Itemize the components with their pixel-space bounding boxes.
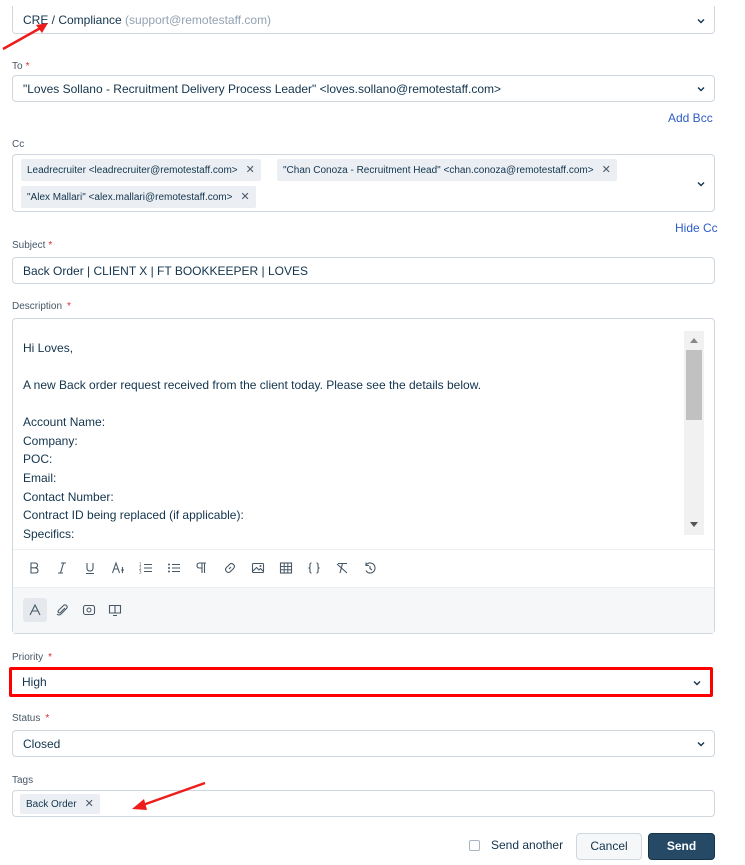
annotation-arrow-tags: [132, 781, 206, 810]
chevron-down-icon: [697, 19, 705, 24]
remove-chip-icon[interactable]: ✕: [240, 191, 249, 203]
underline-icon[interactable]: [83, 561, 97, 575]
from-email: (support@remotestaff.com): [125, 13, 272, 27]
priority-select[interactable]: High: [9, 667, 713, 697]
canned-response-icon[interactable]: [82, 603, 96, 617]
priority-label: Priority *: [12, 652, 53, 663]
cc-field[interactable]: Leadrecruiter <leadrecruiter@remotestaff…: [12, 154, 715, 212]
remove-chip-icon[interactable]: ✕: [602, 164, 611, 176]
subject-input[interactable]: Back Order | CLIENT X | FT BOOKKEEPER | …: [12, 257, 715, 284]
annotation-arrow-top: [2, 23, 48, 51]
tags-label: Tags: [12, 775, 34, 786]
subject-label: Subject *: [12, 240, 53, 251]
tag-chip: Back Order ✕: [20, 794, 100, 814]
status-select[interactable]: Closed: [12, 730, 715, 757]
paragraph-icon[interactable]: [195, 561, 209, 575]
status-label: Status *: [12, 713, 50, 724]
italic-icon[interactable]: [55, 561, 69, 575]
bold-icon[interactable]: [27, 561, 41, 575]
send-another-checkbox[interactable]: [469, 840, 480, 851]
description-scrollbar[interactable]: [684, 331, 704, 535]
table-icon[interactable]: [279, 561, 293, 575]
link-icon[interactable]: [223, 561, 237, 575]
text-format-icon: [29, 603, 41, 616]
description-line: POC:: [23, 452, 53, 466]
tags-input[interactable]: Back Order ✕: [12, 790, 715, 817]
priority-value: High: [22, 675, 47, 689]
ordered-list-icon[interactable]: 123: [139, 561, 153, 575]
description-line: Company:: [23, 434, 78, 448]
unordered-list-icon[interactable]: [167, 561, 181, 575]
clear-format-icon[interactable]: [335, 561, 349, 575]
description-line: A new Back order request received from t…: [23, 378, 482, 392]
cc-label: Cc: [12, 139, 25, 150]
scroll-down-icon[interactable]: [689, 521, 699, 529]
from-select[interactable]: CRE / Compliance (support@remotestaff.co…: [12, 6, 715, 34]
solution-icon[interactable]: [108, 603, 122, 617]
chevron-down-icon: [693, 681, 701, 686]
description-editor[interactable]: Hi Loves, A new Back order request recei…: [12, 318, 715, 634]
description-line: Email:: [23, 471, 57, 485]
chevron-down-icon: [697, 742, 705, 747]
font-size-icon[interactable]: [111, 561, 125, 575]
description-line: Specifics:: [23, 527, 75, 541]
description-label: Description *: [12, 301, 71, 312]
description-line: Account Name:: [23, 415, 106, 429]
undo-icon[interactable]: [363, 561, 377, 575]
code-icon[interactable]: [307, 561, 321, 575]
scroll-thumb[interactable]: [686, 350, 702, 420]
editor-bottom-bar: [13, 587, 714, 633]
image-icon[interactable]: [251, 561, 265, 575]
scroll-up-icon[interactable]: [689, 336, 699, 344]
add-bcc-link[interactable]: Add Bcc: [668, 111, 713, 125]
cancel-button[interactable]: Cancel: [576, 833, 642, 860]
status-value: Closed: [23, 737, 61, 751]
remove-chip-icon[interactable]: ✕: [85, 798, 94, 810]
description-body[interactable]: Hi Loves, A new Back order request recei…: [13, 319, 714, 549]
send-another-label[interactable]: Send another: [491, 838, 563, 852]
to-value: "Loves Sollano - Recruitment Delivery Pr…: [23, 82, 502, 96]
attachment-icon[interactable]: [55, 603, 69, 617]
to-label: To *: [12, 61, 30, 72]
chevron-down-icon: [697, 87, 705, 92]
send-button[interactable]: Send: [648, 833, 715, 860]
svg-text:3: 3: [139, 570, 142, 575]
cc-chip: "Alex Mallari" <alex.mallari@remotestaff…: [21, 186, 256, 208]
description-line: Contract ID being replaced (if applicabl…: [23, 508, 244, 522]
chevron-down-icon: [697, 182, 705, 187]
cc-chip: Leadrecruiter <leadrecruiter@remotestaff…: [21, 159, 261, 181]
subject-value: Back Order | CLIENT X | FT BOOKKEEPER | …: [23, 264, 308, 278]
remove-chip-icon[interactable]: ✕: [246, 164, 255, 176]
description-line: Contact Number:: [23, 490, 114, 504]
to-select[interactable]: "Loves Sollano - Recruitment Delivery Pr…: [12, 75, 715, 102]
text-format-button[interactable]: [23, 598, 47, 622]
description-line: Hi Loves,: [23, 341, 74, 355]
cc-chip: "Chan Conoza - Recruitment Head" <chan.c…: [277, 159, 617, 181]
formatting-toolbar: 123: [13, 549, 714, 587]
hide-cc-link[interactable]: Hide Cc: [675, 221, 718, 235]
